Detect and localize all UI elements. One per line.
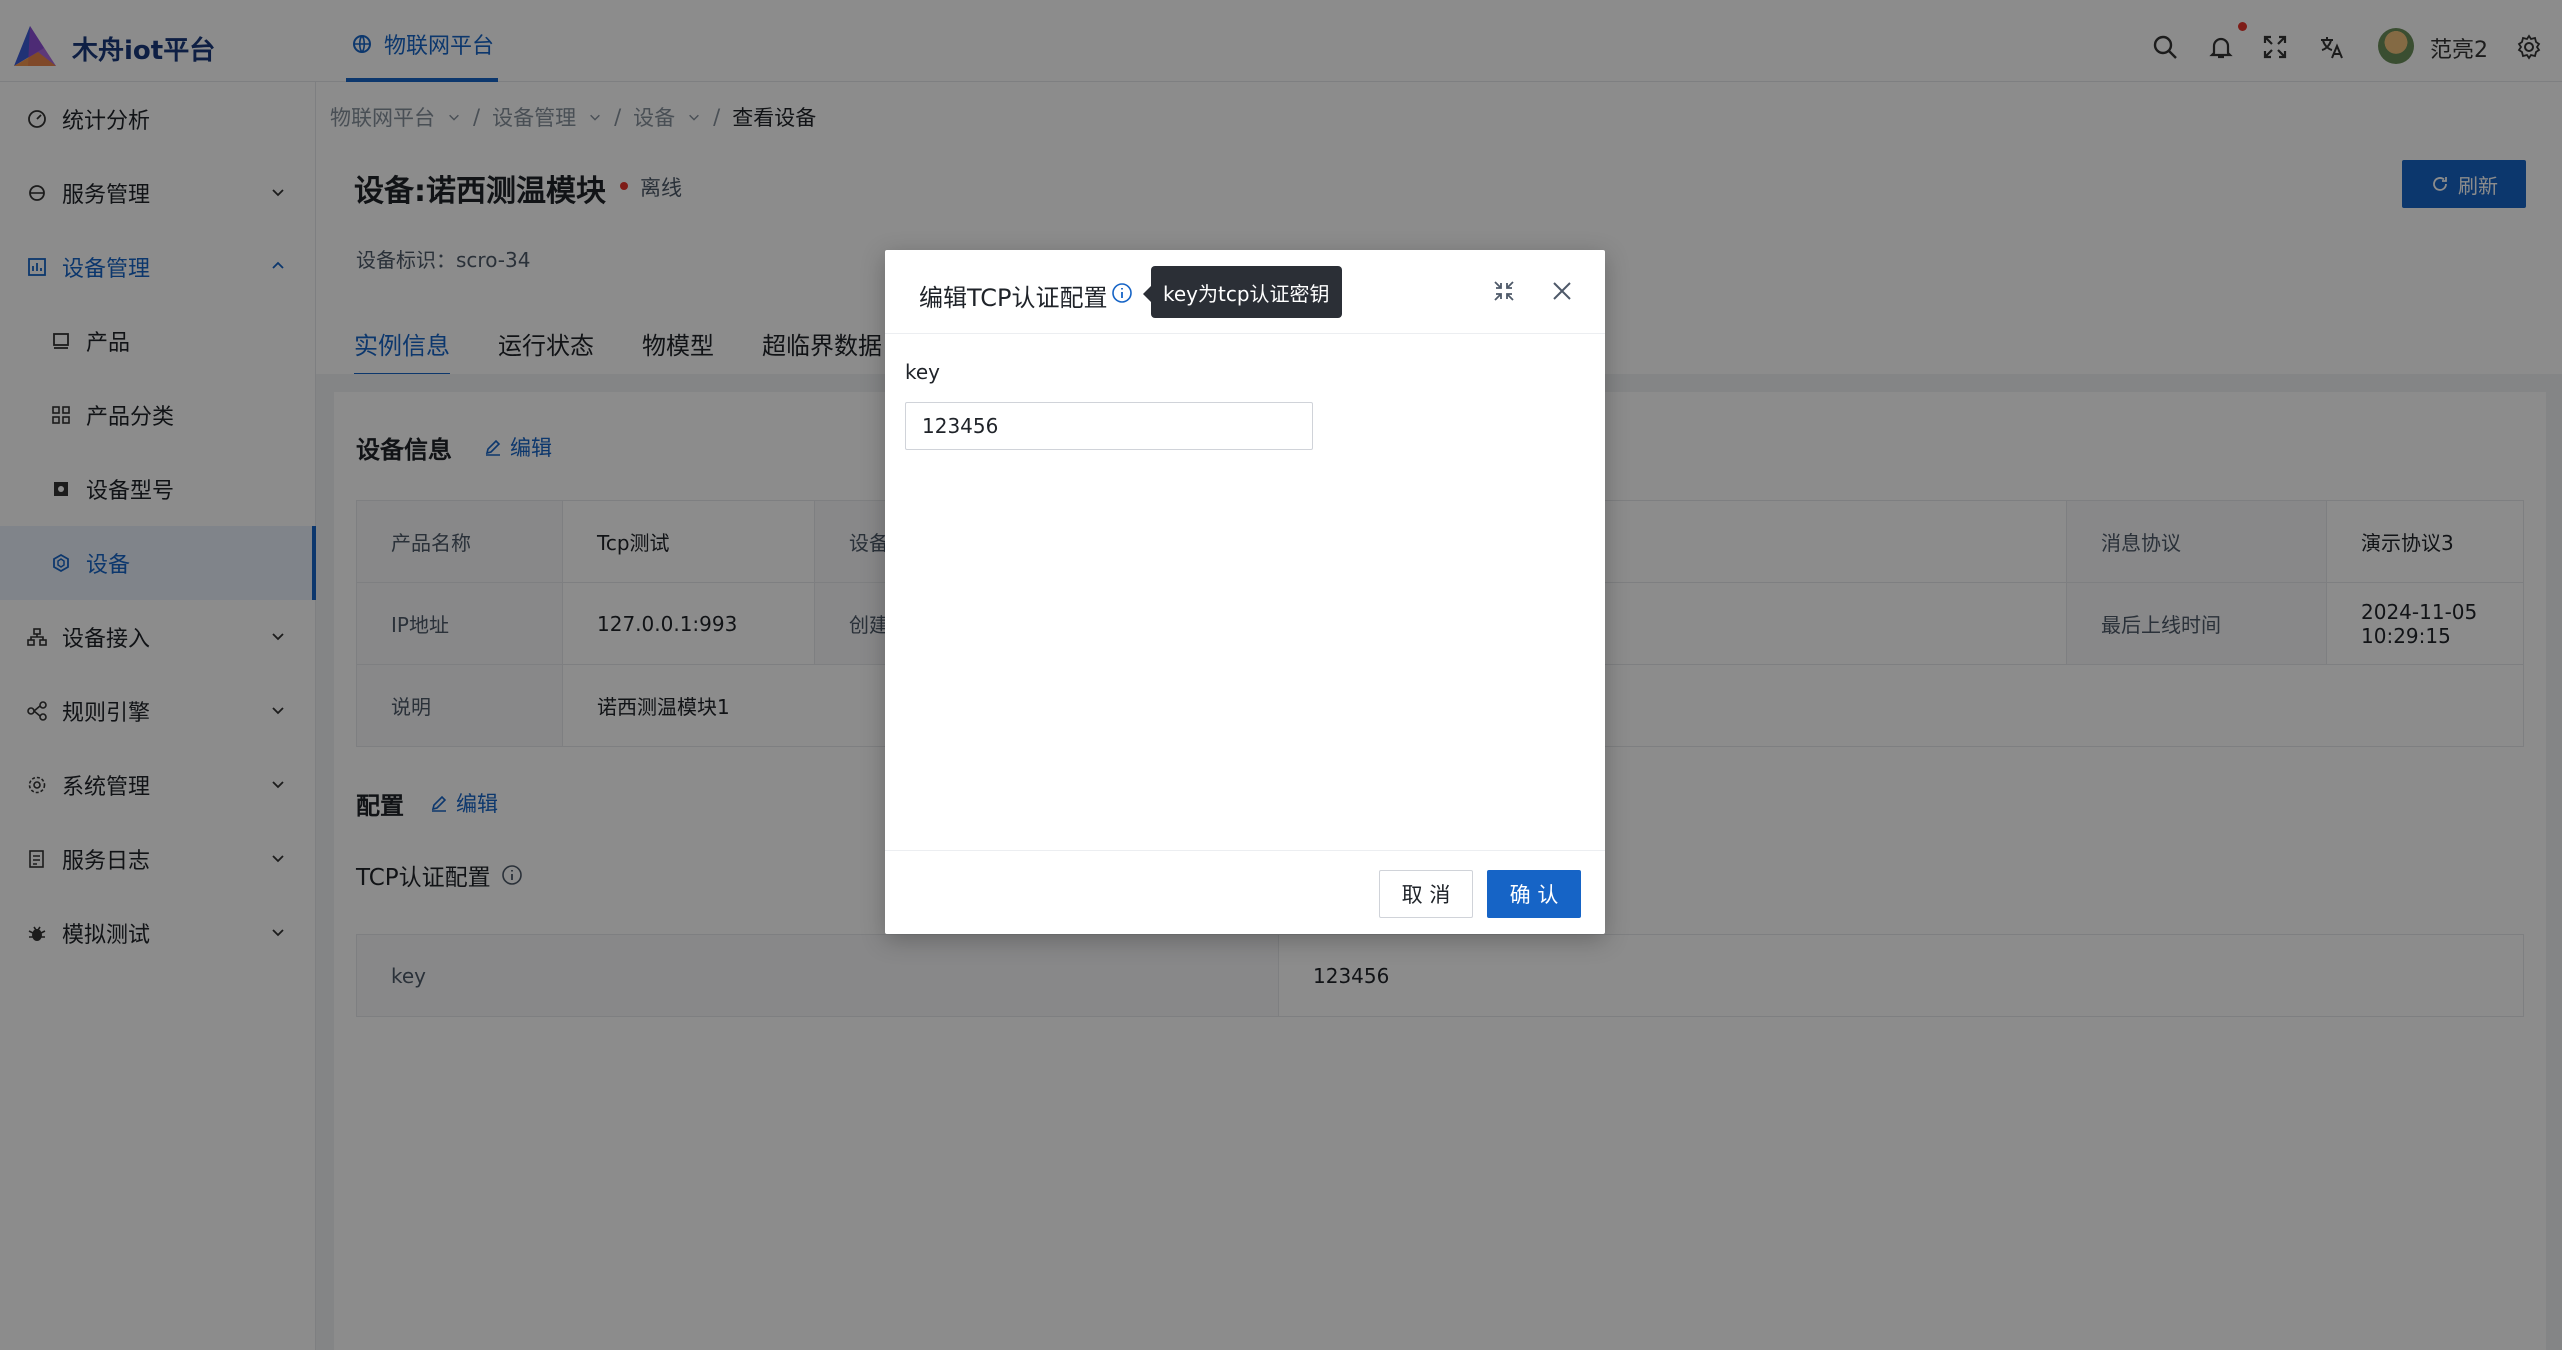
confirm-button[interactable]: 确 认 bbox=[1487, 870, 1581, 918]
key-input[interactable] bbox=[905, 402, 1313, 450]
tooltip-arrow bbox=[1143, 286, 1151, 302]
tooltip: key为tcp认证密钥 bbox=[1151, 266, 1342, 318]
dialog-title: 编辑TCP认证配置 bbox=[919, 284, 1108, 312]
info-icon[interactable] bbox=[1111, 282, 1133, 304]
collapse-icon[interactable] bbox=[1491, 278, 1517, 304]
close-icon[interactable] bbox=[1549, 278, 1575, 304]
cancel-button[interactable]: 取 消 bbox=[1379, 870, 1473, 918]
edit-tcp-auth-dialog: 编辑TCP认证配置 key为tcp认证密钥 key 取 消 确 认 bbox=[885, 250, 1605, 934]
key-field-label: key bbox=[905, 360, 941, 384]
